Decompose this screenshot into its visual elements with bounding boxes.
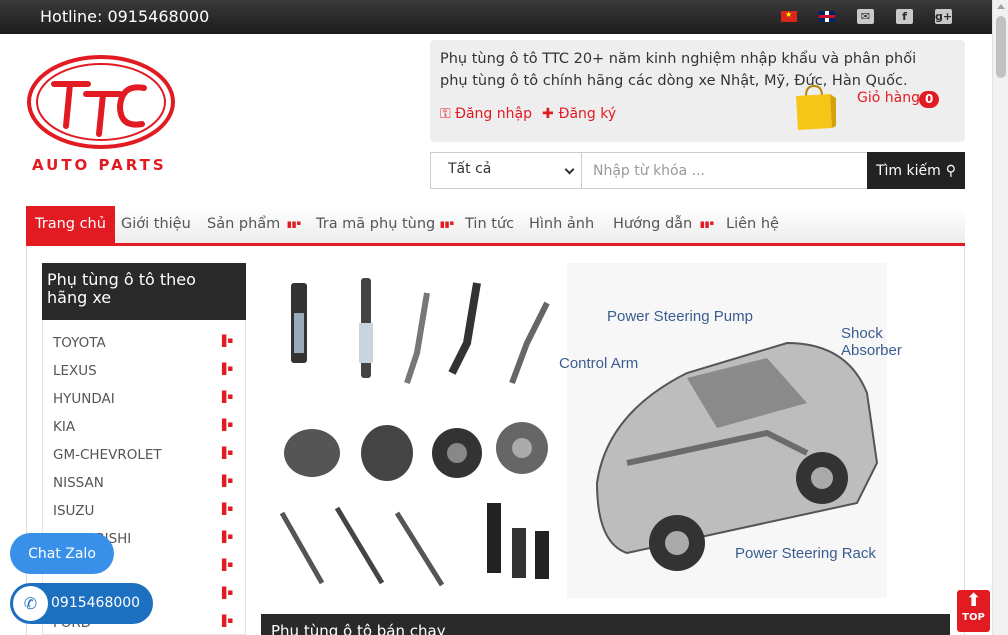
category-select-value: Tất cả [448,161,492,177]
key-icon: ⚿ [440,106,456,122]
back-to-top-button[interactable]: ⬆ TOP [957,590,990,632]
chevron-right-icon: ▪ ▪▪ ▪ [221,556,234,574]
back-to-top-label: TOP [962,612,985,623]
top-bar: Hotline: 0915468000 ✉ f g+ [0,0,992,34]
sidebar-title: Phụ tùng ô tô theo hãng xe [42,263,246,320]
search-bar: Tất cả Tìm kiếm ⚲ [430,152,965,189]
phone-icon: ✆ [13,586,48,621]
chevron-right-icon: ▪ ▪▪ ▪ [221,528,234,546]
flag-uk-icon[interactable] [819,11,835,22]
chevron-right-icon: ▪ ▪▪ ▪ [221,500,234,518]
arrow-up-icon: ⬆ [965,590,982,611]
chevron-right-icon: ▪ ▪▪ ▪ [221,416,234,434]
label-shock-absorber: Shock Absorber [841,325,902,359]
hero-banner[interactable]: Power Steering Pump Shock Absorber Contr… [267,263,902,598]
nav-item-gallery[interactable]: Hình ảnh [529,206,594,243]
sidebar-item-nissan[interactable]: NISSAN [53,475,104,491]
chevron-right-icon: ▪ ▪▪ ▪ [221,472,234,490]
facebook-icon[interactable]: f [896,9,913,24]
nav-item-home[interactable]: Trang chủ [26,206,115,243]
plus-icon: ✚ [542,106,559,122]
register-link[interactable]: ✚ Đăng ký [542,106,616,122]
sidebar-item-lexus[interactable]: LEXUS [53,363,97,379]
nav-item-guide[interactable]: Hướng dẫn [613,206,692,243]
login-link[interactable]: ⚿ Đăng nhập [440,106,532,122]
shopping-bag-icon[interactable] [792,84,836,132]
sidebar-item-hyundai[interactable]: HYUNDAI [53,391,115,407]
cart-count-badge: 0 [919,91,940,108]
sidebar-item-gm-chevrolet[interactable]: GM-CHEVROLET [53,447,162,463]
nav-item-products[interactable]: Sản phẩm [207,206,280,243]
phone-number: 0915468000 [51,595,141,611]
nav-item-contact[interactable]: Liên hệ [726,206,779,243]
google-plus-icon[interactable]: g+ [935,9,952,24]
label-control-arm: Control Arm [559,355,639,372]
search-icon: ⚲ [945,162,957,179]
header-info-box: Phụ tùng ô tô TTC 20+ năm kinh nghiệm nh… [430,40,965,142]
call-phone-button[interactable]: ✆ 0915468000 [10,583,153,624]
flag-vn-icon[interactable] [781,10,797,22]
chevron-right-icon: ▪ ▪▪ ▪ [221,444,234,462]
page-scrollbar[interactable] [992,0,1008,635]
category-select[interactable]: Tất cả [431,153,582,188]
scrollbar-thumb[interactable] [996,16,1006,78]
nav-dropdown-icon: ▪▪▪ ▪▪ [440,219,455,230]
chevron-down-icon [564,164,575,175]
scroll-up-arrow-icon[interactable] [997,4,1005,9]
chevron-right-icon: ▪ ▪▪ ▪ [221,332,234,350]
hotline-text: Hotline: 0915468000 [40,7,210,26]
nav-item-news[interactable]: Tin tức [465,206,514,243]
label-power-steering-rack: Power Steering Rack [735,545,876,562]
register-label: Đăng ký [558,106,617,122]
chat-zalo-button[interactable]: Chat Zalo [10,533,114,574]
main-nav: Trang chủ Giới thiệu Sản phẩm ▪▪▪ ▪▪ Tra … [26,206,965,246]
chevron-right-icon: ▪ ▪▪ ▪ [221,584,234,602]
nav-item-part-lookup[interactable]: Tra mã phụ tùng [316,206,435,243]
mail-icon[interactable]: ✉ [857,9,874,24]
chevron-right-icon: ▪ ▪▪ ▪ [221,612,234,630]
nav-dropdown-icon: ▪▪▪ ▪▪ [287,219,302,230]
bestseller-section-title: Phụ tùng ô tô bán chạy [261,614,950,635]
search-button[interactable]: Tìm kiếm ⚲ [867,152,965,189]
label-power-steering-pump: Power Steering Pump [607,308,753,325]
sidebar-item-isuzu[interactable]: ISUZU [53,503,94,519]
login-label: Đăng nhập [455,106,532,122]
auto-parts-image [279,278,550,587]
chevron-right-icon: ▪ ▪▪ ▪ [221,360,234,378]
sidebar-item-kia[interactable]: KIA [53,419,75,435]
top-icons: ✉ f g+ [781,9,952,24]
slogan-text: Phụ tùng ô tô TTC 20+ năm kinh nghiệm nh… [440,51,917,89]
search-input[interactable] [582,153,867,188]
logo-tagline: AUTO PARTS [32,156,167,174]
nav-item-about[interactable]: Giới thiệu [121,206,191,243]
cart-label[interactable]: Giỏ hàng [857,90,920,106]
search-button-label: Tìm kiếm [875,162,941,179]
chevron-right-icon: ▪ ▪▪ ▪ [221,388,234,406]
sidebar-item-toyota[interactable]: TOYOTA [53,335,106,351]
nav-dropdown-icon: ▪▪▪ ▪▪ [700,219,715,230]
